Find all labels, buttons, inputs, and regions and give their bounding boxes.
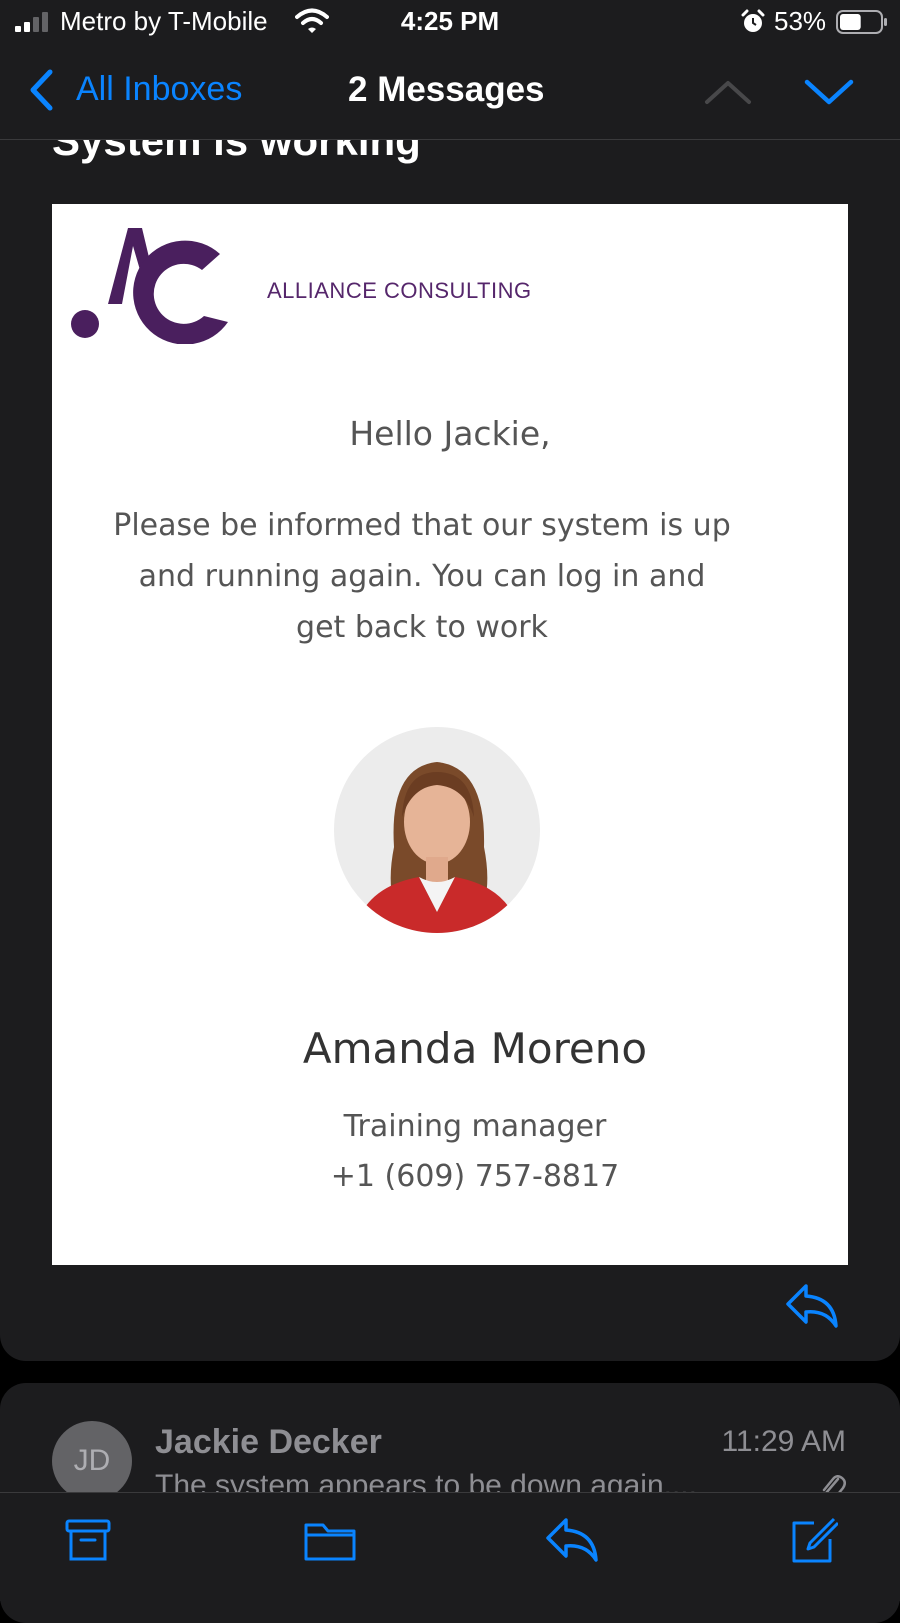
chevron-left-icon[interactable]	[28, 68, 54, 112]
nav-title: 2 Messages	[348, 70, 545, 109]
alarm-icon	[741, 9, 765, 32]
signature-phone[interactable]: +1 (609) 757-8817	[52, 1159, 848, 1194]
avatar: JD	[52, 1421, 132, 1501]
email-greeting: Hello Jackie,	[349, 414, 551, 453]
reply-icon[interactable]	[784, 1282, 840, 1330]
archive-icon[interactable]	[63, 1515, 113, 1565]
signature-title: Training manager	[343, 1109, 607, 1144]
preview-time: 11:29 AM	[721, 1425, 846, 1458]
chevron-down-icon[interactable]	[804, 78, 854, 106]
alliance-consulting-logo	[71, 228, 228, 344]
back-to-all-inboxes-button[interactable]: All Inboxes	[76, 70, 242, 109]
compose-icon[interactable]	[788, 1515, 838, 1565]
preview-sender: Jackie Decker	[155, 1423, 382, 1461]
email-body: ALLIANCE CONSULTING Hello Jackie, Please…	[52, 204, 848, 1265]
battery-icon	[836, 10, 887, 34]
bottom-toolbar	[0, 1492, 900, 1601]
reply-icon[interactable]	[544, 1515, 600, 1565]
battery-percent: 53%	[774, 6, 827, 36]
logo-text: ALLIANCE CONSULTING	[267, 278, 532, 303]
folder-icon[interactable]	[302, 1515, 358, 1565]
status-bar: Metro by T-Mobile 4:25 PM 53%	[0, 0, 900, 46]
signature-name: Amanda Moreno	[302, 1024, 648, 1073]
message-subject: System is working	[52, 139, 421, 164]
sender-photo	[334, 727, 540, 933]
email-body-text: Please be informed that our system is up…	[113, 508, 731, 645]
chevron-up-icon[interactable]	[704, 78, 752, 106]
navigation-bar: All Inboxes 2 Messages	[0, 46, 900, 140]
message-card: System is working ALLIANCE CONSULTING He…	[0, 139, 900, 1361]
